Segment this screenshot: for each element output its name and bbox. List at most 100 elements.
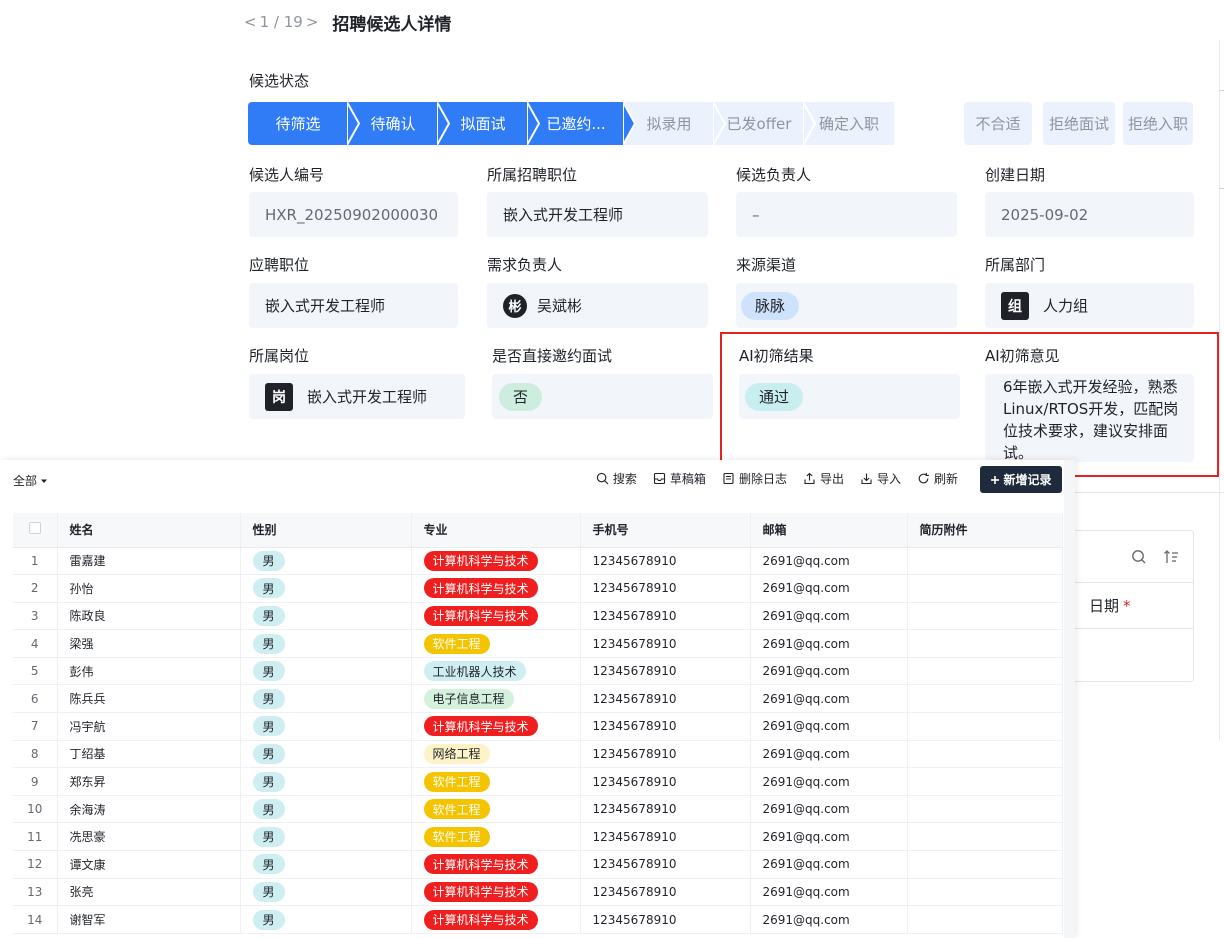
add-record-button[interactable]: 新增记录 [980,466,1062,493]
stage-arrow-icon [713,102,726,145]
search-label: 搜索 [612,472,637,486]
dept-field[interactable]: 组 人力组 [985,283,1194,328]
filter-dropdown[interactable]: 全部 [13,472,48,489]
dept-label: 所属部门 [985,256,1046,274]
table-row[interactable]: 3 陈政良男 计算机科学与技术 12345678910 2691@qq.com [13,602,1063,631]
search-icon[interactable] [1131,549,1147,565]
cell-resume[interactable] [907,850,1063,879]
refresh-button[interactable]: 刷新 [917,470,958,487]
table-row[interactable]: 12 谭文康男 计算机科学与技术 12345678910 2691@qq.com [13,850,1063,879]
table-row[interactable]: 14 谢智军男 计算机科学与技术 12345678910 2691@qq.com [13,905,1063,934]
direct-invite-field[interactable]: 否 [492,374,713,419]
gender-tag: 男 [252,771,285,792]
table-row[interactable]: 1 雷嘉建男 计算机科学与技术 12345678910 2691@qq.com [13,547,1063,576]
cell-resume[interactable] [907,547,1063,576]
stage-reject-interview[interactable]: 拒绝面试 [1043,102,1115,145]
created-field[interactable]: 2025-09-02 [985,192,1194,237]
cell-resume[interactable] [907,684,1063,714]
column-header-gender[interactable]: 性别 [240,513,412,548]
table-row[interactable]: 10 余海涛男 软件工程 12345678910 2691@qq.com [13,795,1063,824]
cell-resume[interactable] [907,795,1063,824]
post-field[interactable]: 岗 嵌入式开发工程师 [249,374,465,419]
column-header-resume[interactable]: 简历附件 [907,513,1063,548]
table-row[interactable]: 5 彭伟男 工业机器人技术 12345678910 2691@qq.com [13,657,1063,686]
table-row[interactable]: 4 梁强男 软件工程 12345678910 2691@qq.com [13,629,1063,658]
pager-text: 1 / 19 [259,13,303,31]
list-toolbar: 全部 搜索 草稿箱 删除日志 导出 导入 刷新 新增记录 [0,460,1075,498]
vertical-scrollbar[interactable] [1064,460,1075,938]
cell-resume[interactable] [907,712,1063,741]
table-row[interactable]: 8 丁绍基男 网络工程 12345678910 2691@qq.com [13,740,1063,769]
delete-log-label: 删除日志 [738,472,787,486]
table-row[interactable]: 11 冼思豪男 软件工程 12345678910 2691@qq.com [13,822,1063,852]
cell-resume[interactable] [907,657,1063,686]
cell-gender: 男 [240,657,412,686]
table-row[interactable]: 7 冯宇航男 计算机科学与技术 12345678910 2691@qq.com [13,712,1063,741]
row-number: 10 [13,795,58,824]
table-row[interactable]: 2 孙怡男 计算机科学与技术 12345678910 2691@qq.com [13,574,1063,603]
stage-arrow-icon [437,102,450,145]
channel-field[interactable]: 脉脉 [736,283,957,328]
column-header-phone[interactable]: 手机号 [580,513,751,548]
stage-step[interactable]: 待筛选 [248,102,360,145]
search-button[interactable]: 搜索 [596,470,637,487]
table-row[interactable]: 13 张亮男 计算机科学与技术 12345678910 2691@qq.com [13,878,1063,907]
cell-phone: 12345678910 [580,602,751,631]
table-row[interactable]: 6 陈兵兵男 电子信息工程 12345678910 2691@qq.com [13,684,1063,714]
ai-opinion-field[interactable]: 6年嵌入式开发经验，熟悉Linux/RTOS开发，匹配岗位技术要求，建议安排面试… [985,374,1194,462]
cell-gender: 男 [240,767,412,796]
stage-reject-offer[interactable]: 拒绝入职 [1123,102,1193,145]
dept-name: 人力组 [1043,297,1089,315]
major-tag: 电子信息工程 [423,688,514,709]
export-button[interactable]: 导出 [803,470,844,487]
delete-log-button[interactable]: 删除日志 [722,470,787,487]
post-name: 嵌入式开发工程师 [307,388,428,406]
cell-major: 网络工程 [411,740,581,769]
column-header-name[interactable]: 姓名 [57,513,241,548]
import-label: 导入 [876,472,901,486]
ai-result-field[interactable]: 通过 [739,374,960,419]
column-header-major[interactable]: 专业 [411,513,581,548]
demand-owner-field[interactable]: 彬 吴斌彬 [487,283,708,328]
cell-resume[interactable] [907,767,1063,796]
cell-phone: 12345678910 [580,795,751,824]
prev-record-button[interactable]: < [244,13,257,31]
position-field[interactable]: 嵌入式开发工程师 [487,192,708,237]
row-number: 7 [13,712,58,741]
cell-name: 陈兵兵 [57,684,241,714]
direct-invite-tag: 否 [499,382,543,411]
gender-tag: 男 [252,909,285,930]
table-row[interactable]: 9 郑东昇男 软件工程 12345678910 2691@qq.com [13,767,1063,796]
import-button[interactable]: 导入 [860,470,901,487]
major-tag: 计算机科学与技术 [423,578,538,599]
cell-email: 2691@qq.com [750,878,908,907]
applied-field[interactable]: 嵌入式开发工程师 [249,283,458,328]
cell-gender: 男 [240,629,412,658]
side-tick [1219,90,1224,91]
cell-resume[interactable] [907,822,1063,852]
drafts-button[interactable]: 草稿箱 [653,470,706,487]
select-all-checkbox[interactable] [13,513,58,548]
owner-field[interactable]: – [736,192,957,237]
candidate-no-field[interactable]: HXR_20250902000030 [249,192,458,237]
cell-resume[interactable] [907,574,1063,603]
cell-resume[interactable] [907,740,1063,769]
created-label: 创建日期 [985,166,1046,184]
cell-resume[interactable] [907,878,1063,907]
cell-major: 计算机科学与技术 [411,602,581,631]
row-number: 8 [13,740,58,769]
cell-email: 2691@qq.com [750,795,908,824]
cell-resume[interactable] [907,905,1063,934]
major-tag: 计算机科学与技术 [423,854,538,875]
cell-name: 梁强 [57,629,241,658]
sort-icon[interactable] [1163,549,1179,565]
cell-phone: 12345678910 [580,878,751,907]
column-header-email[interactable]: 邮箱 [750,513,908,548]
cell-resume[interactable] [907,629,1063,658]
plus-icon [991,475,1000,484]
next-record-button[interactable]: > [306,13,319,31]
cell-resume[interactable] [907,602,1063,631]
stage-unsuitable[interactable]: 不合适 [964,102,1032,145]
cell-gender: 男 [240,822,412,852]
cell-email: 2691@qq.com [750,547,908,576]
